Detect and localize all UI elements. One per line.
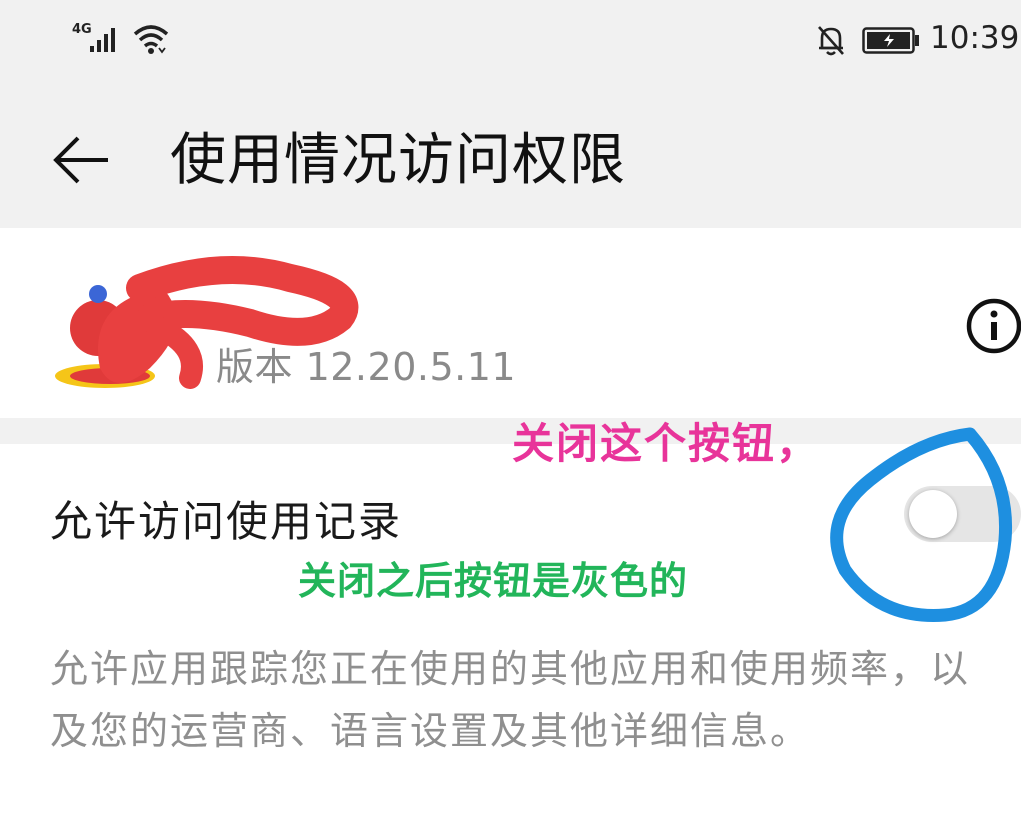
bell-muted-icon [818,26,844,56]
app-version: 版本 12.20.5.11 [216,345,517,389]
pink-annotation: 关闭这个按钮， [512,419,821,468]
status-bar: 4G 10:39 [0,0,1021,80]
info-icon[interactable] [964,296,1021,356]
clock: 10:39 [930,20,1020,56]
app-info-card: 版本 12.20.5.11 [0,228,1021,418]
setting-description: 允许应用跟踪您正在使用的其他应用和使用频率，以及您的运营商、语言设置及其他详细信… [50,647,971,753]
setting-label: 允许访问使用记录 [50,497,403,546]
signal-icon [90,28,115,52]
blue-circle-annotation [830,427,1013,622]
green-annotation: 关闭之后按钮是灰色的 [298,559,689,603]
app-header: 使用情况访问权限 [0,80,1021,227]
page-title: 使用情况访问权限 [170,128,626,193]
back-arrow-icon[interactable] [50,132,114,188]
wifi-icon [133,25,169,54]
battery-charging-icon [862,27,919,54]
